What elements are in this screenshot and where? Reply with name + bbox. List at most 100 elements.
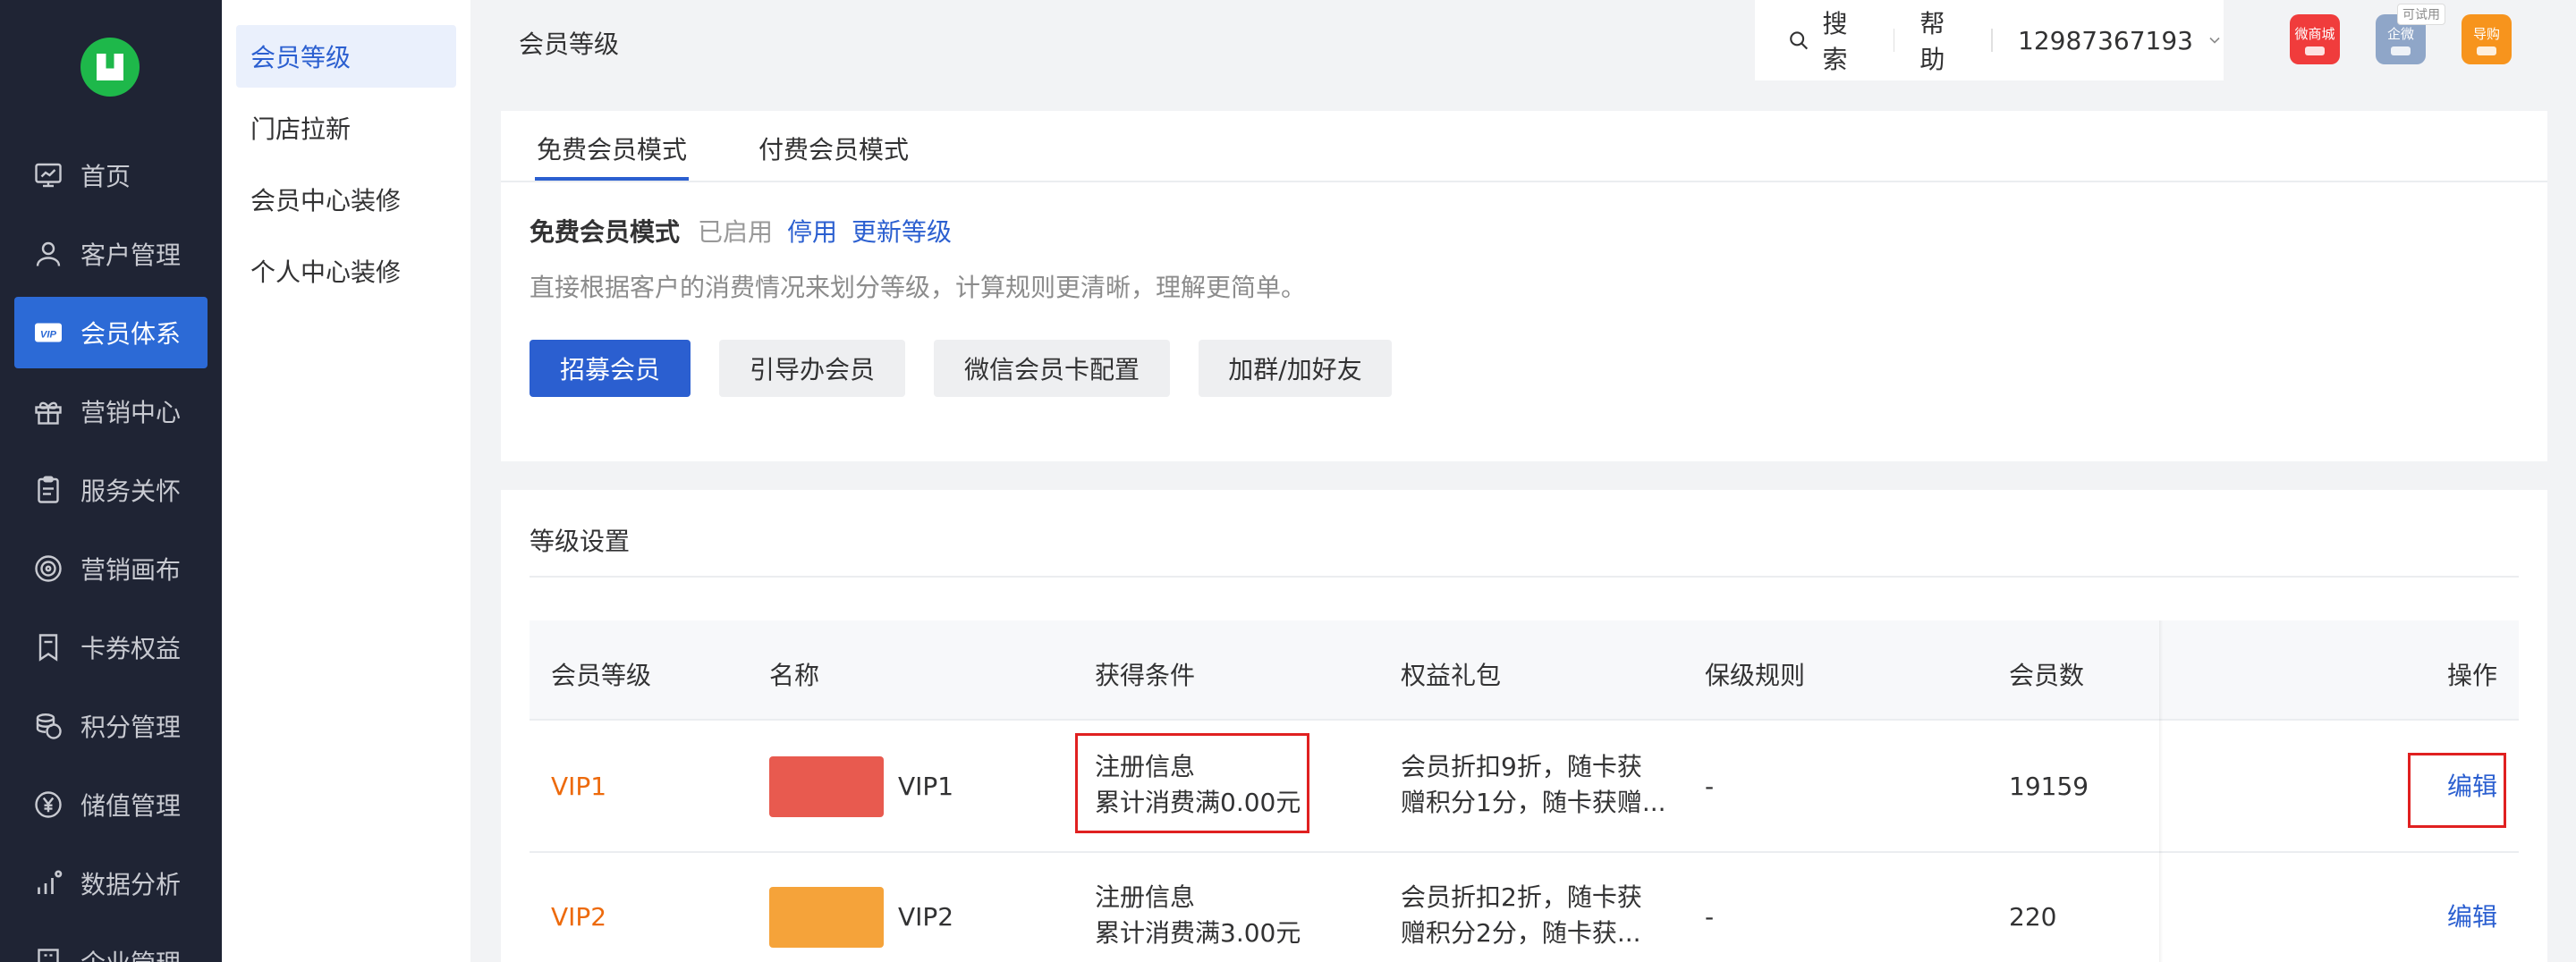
active-tab-indicator: [535, 177, 689, 181]
column-header: 名称: [769, 661, 820, 690]
subnav-item-member-level[interactable]: 会员等级: [236, 25, 456, 88]
app-label: 导购: [2472, 25, 2500, 42]
nav-item-membership[interactable]: VIP 会员体系: [14, 297, 208, 368]
recruit-member-button[interactable]: 招募会员: [530, 340, 691, 397]
level-name: VIP1: [898, 772, 954, 801]
member-count: 220: [2009, 902, 2057, 932]
level-name: VIP2: [898, 902, 954, 932]
logo-mark: [97, 54, 123, 80]
nav-label: 会员体系: [80, 319, 182, 349]
nav-item-stored-value[interactable]: 储值管理: [14, 769, 208, 840]
help-button[interactable]: 帮助: [1919, 4, 1966, 76]
nav-label: 数据分析: [80, 870, 182, 899]
nav-item-enterprise[interactable]: 企业管理: [14, 926, 208, 962]
page-title: 会员等级: [519, 30, 620, 59]
condition-line: 注册信息: [1095, 882, 1196, 912]
coins-icon: [32, 710, 64, 742]
nav-item-service[interactable]: 服务关怀: [14, 454, 208, 526]
bar-chart-icon: [32, 867, 64, 899]
clipboard-icon: [32, 474, 64, 506]
guide-app-icon[interactable]: 导购: [2462, 14, 2512, 64]
add-group-button[interactable]: 加群/加好友: [1199, 340, 1392, 397]
user-icon: [32, 238, 64, 270]
building-icon: [32, 946, 64, 962]
app-decoration: [2305, 46, 2325, 55]
fixed-column-shadow: [2159, 620, 2163, 962]
mode-tabs: 免费会员模式 付费会员模式: [501, 111, 2547, 182]
column-header: 权益礼包: [1401, 661, 1502, 690]
benefit-line: 赠积分2分，随卡获...: [1401, 918, 1641, 948]
level-code: VIP2: [551, 902, 607, 932]
header-toolbar: 搜索 帮助 12987367193: [1755, 0, 2224, 80]
dashboard-icon: [32, 159, 64, 191]
update-level-link[interactable]: 更新等级: [852, 213, 952, 249]
level-card-swatch: [769, 756, 884, 817]
mode-status-row: 免费会员模式 已启用 停用 更新等级: [530, 213, 952, 249]
benefit-line: 赠积分1分，随卡获赠...: [1401, 788, 1666, 817]
nav-item-analytics[interactable]: 数据分析: [14, 848, 208, 919]
search-icon: [1790, 31, 1809, 50]
column-header: 会员等级: [551, 661, 652, 690]
subnav-item-personal-center-decor[interactable]: 个人中心装修: [236, 240, 456, 302]
nav-label: 企业管理: [80, 944, 181, 962]
divider: [1893, 29, 1895, 52]
app-label: 微商城: [2294, 25, 2335, 42]
nav-item-customers[interactable]: 客户管理: [14, 218, 208, 290]
app-label: 企微: [2386, 25, 2414, 42]
nav-label: 储值管理: [80, 791, 182, 821]
guide-member-button[interactable]: 引导办会员: [719, 340, 905, 397]
divider: [530, 576, 2519, 578]
search-button[interactable]: 搜索: [1787, 4, 1868, 76]
level-code: VIP1: [551, 772, 607, 801]
keep-rule: -: [1705, 902, 1715, 932]
mode-status: 已启用: [698, 217, 774, 247]
column-header: 操作: [2447, 661, 2498, 690]
subnav-item-member-center-decor[interactable]: 会员中心装修: [236, 168, 456, 231]
coupon-icon: [32, 631, 64, 663]
level-benefits: 会员折扣2折，随卡获 赠积分2分，随卡获...: [1401, 880, 1642, 951]
table-row: VIP1 VIP1 注册信息 累计消费满0.00元 会员折扣9折，随卡获 赠积分…: [530, 722, 2519, 853]
level-benefits: 会员折扣9折，随卡获 赠积分1分，随卡获赠...: [1401, 749, 1666, 821]
mode-description: 直接根据客户的消费情况来划分等级，计算规则更清晰，理解更简单。: [530, 273, 1307, 302]
column-header: 保级规则: [1705, 661, 1806, 690]
yen-icon: [32, 789, 64, 821]
primary-sidebar: 首页 客户管理 VIP 会员体系 营销中心 服务关怀 营销画布 卡券权益 积分管…: [0, 0, 222, 962]
logo-icon[interactable]: [80, 38, 140, 97]
shop-app-icon[interactable]: 微商城: [2290, 14, 2340, 64]
mode-name: 免费会员模式: [530, 217, 681, 247]
nav-item-canvas[interactable]: 营销画布: [14, 533, 208, 604]
nav-label: 积分管理: [80, 713, 182, 742]
tab-paid-membership[interactable]: 付费会员模式: [758, 131, 909, 166]
wechat-card-config-button[interactable]: 微信会员卡配置: [934, 340, 1170, 397]
nav-label: 营销中心: [80, 398, 182, 427]
nav-item-points[interactable]: 积分管理: [14, 690, 208, 762]
benefit-line: 会员折扣2折，随卡获: [1401, 882, 1642, 912]
condition-line: 累计消费满3.00元: [1095, 918, 1301, 948]
nav-item-coupons[interactable]: 卡券权益: [14, 612, 208, 683]
chevron-down-icon: [2209, 37, 2220, 44]
account-menu[interactable]: 12987367193: [2018, 26, 2224, 55]
highlight-box: [1075, 733, 1309, 833]
table-row: VIP2 VIP2 注册信息 累计消费满3.00元 会员折扣2折，随卡获 赠积分…: [530, 853, 2519, 962]
tab-free-membership[interactable]: 免费会员模式: [537, 131, 687, 166]
nav-label: 服务关怀: [80, 477, 182, 506]
nav-label: 客户管理: [80, 240, 182, 270]
secondary-sidebar: 会员等级 门店拉新 会员中心装修 个人中心装修: [222, 0, 470, 962]
keep-rule: -: [1705, 772, 1715, 801]
subnav-item-store-acquisition[interactable]: 门店拉新: [236, 97, 456, 159]
app-decoration: [2391, 46, 2411, 55]
level-settings-card: 等级设置 会员等级 名称 获得条件 权益礼包 保级规则 会员数 操作 VIP1 …: [501, 490, 2547, 962]
nav-item-marketing[interactable]: 营销中心: [14, 376, 208, 447]
table-header: 会员等级 名称 获得条件 权益礼包 保级规则 会员数 操作: [530, 620, 2519, 721]
nav-label: 卡券权益: [80, 634, 182, 663]
section-title: 等级设置: [530, 527, 631, 556]
nav-item-home[interactable]: 首页: [14, 139, 208, 211]
disable-link[interactable]: 停用: [787, 213, 837, 249]
gift-icon: [32, 395, 64, 427]
trial-badge: 可试用: [2397, 4, 2445, 25]
nav-label: 首页: [80, 162, 131, 191]
membership-mode-card: 免费会员模式 付费会员模式 免费会员模式 已启用 停用 更新等级 直接根据客户的…: [501, 111, 2547, 461]
edit-link[interactable]: 编辑: [2447, 899, 2497, 935]
column-header: 获得条件: [1095, 661, 1196, 690]
member-count: 19159: [2009, 772, 2089, 801]
